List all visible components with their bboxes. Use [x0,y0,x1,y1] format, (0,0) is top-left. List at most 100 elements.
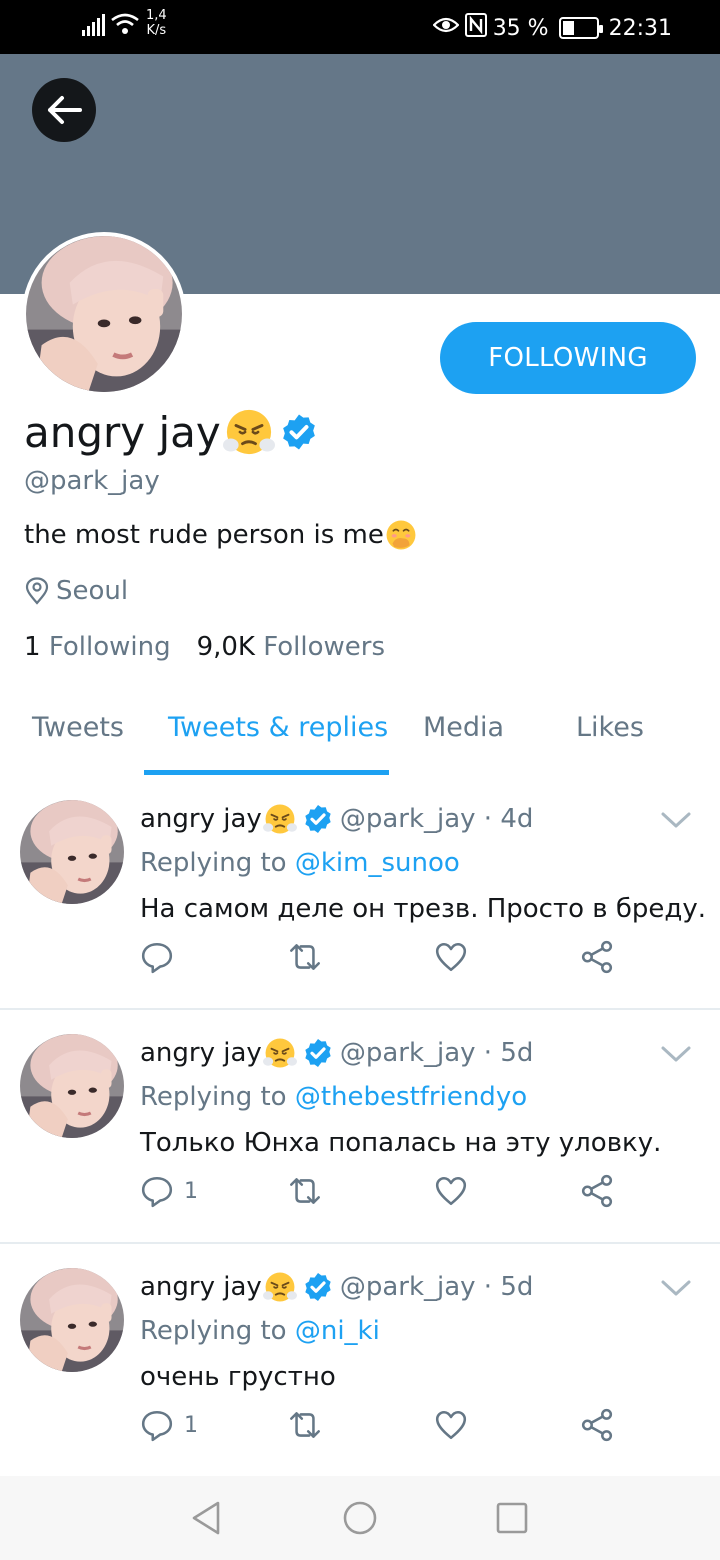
followers-count: 9,0K [196,632,255,662]
reply-count: 1 [184,1178,198,1204]
tweet-item[interactable]: angry jay @park_jay · 5d Replying to @th… [0,1014,720,1244]
location-text: Seoul [56,576,129,606]
verified-badge-icon [302,1037,334,1069]
tab-likes[interactable]: Likes [576,712,644,743]
tweet-handle-time: @park_jay · 5d [339,1038,534,1068]
system-nav-bar [0,1476,720,1560]
tweet-avatar[interactable] [20,800,124,904]
following-stat[interactable]: 1 Following [24,632,171,662]
heart-icon [434,1408,468,1442]
tweet-header: angry jay @park_jay · 5d [140,1036,533,1070]
chevron-down-icon[interactable] [660,1044,692,1064]
tweet-avatar[interactable] [20,1034,124,1138]
tweet-author-name: angry jay [140,1038,262,1068]
tweet-actions: 1 [140,1174,640,1214]
retweet-button[interactable] [286,1174,324,1208]
network-speed-unit: K/s [146,23,167,38]
mention-link[interactable]: @thebestfriendyo [295,1082,527,1112]
share-icon [580,1408,614,1442]
verified-badge-icon [302,803,334,835]
reply-button[interactable]: 1 [140,1174,198,1208]
heart-icon [434,1174,468,1208]
profile-stats: 1 Following 9,0K Followers [24,632,385,662]
tweet-handle-time: @park_jay · 5d [339,1272,534,1302]
battery-percent: 35 % [492,15,549,41]
profile-location: Seoul [24,576,128,606]
retweet-icon [286,1174,324,1208]
following-label: Following [48,632,171,662]
profile-display-name: angry jay [24,406,319,458]
tweet-avatar[interactable] [20,1268,124,1372]
like-button[interactable] [434,940,468,974]
tweet-header: angry jay @park_jay · 4d [140,802,533,836]
retweet-icon [286,1408,324,1442]
reply-icon [140,940,174,974]
nav-back-icon[interactable] [190,1500,222,1536]
following-count: 1 [24,632,41,662]
angry-face-emoji-icon [221,406,277,458]
tweet-actions: 1 [140,1408,640,1448]
nav-home-icon[interactable] [342,1500,378,1536]
verified-badge-icon [302,1271,334,1303]
battery-level [562,21,574,35]
chevron-down-icon[interactable] [660,810,692,830]
tweet-text: Только Юнха попалась на эту уловку. [140,1128,662,1158]
replying-prefix: Replying to [140,848,287,878]
back-button[interactable] [32,78,96,142]
tweet-text: На самом деле он трезв. Просто в бреду. [140,894,707,924]
replying-prefix: Replying to [140,1082,287,1112]
mention-link[interactable]: @ni_ki [295,1316,380,1346]
active-tab-indicator [144,770,389,775]
share-button[interactable] [580,1408,614,1442]
reply-button[interactable]: 1 [140,1408,198,1442]
like-button[interactable] [434,1408,468,1442]
tweet-item[interactable]: angry jay @park_jay · 5d Replying to @ni… [0,1248,720,1476]
share-icon [580,1174,614,1208]
like-button[interactable] [434,1174,468,1208]
display-name-text: angry jay [24,407,221,457]
retweet-icon [286,940,324,974]
eye-comfort-icon [432,15,460,41]
network-speed: 1,4 K/s [146,8,167,38]
network-speed-value: 1,4 [146,8,167,23]
retweet-button[interactable] [286,1408,324,1442]
wifi-icon [110,12,140,40]
verified-badge-icon [279,412,319,452]
share-button[interactable] [580,940,614,974]
battery-icon [558,17,603,39]
bio-text: the most rude person is me [24,520,384,550]
retweet-button[interactable] [286,940,324,974]
angry-face-emoji-icon [262,802,298,836]
signal-icon [82,14,106,36]
clock: 22:31 [608,15,672,41]
followers-label: Followers [263,632,386,662]
tweet-item[interactable]: angry jay @park_jay · 4d Replying to @ki… [0,780,720,1010]
nfc-icon [464,13,487,43]
reply-button[interactable] [140,940,184,974]
tweet-actions [140,940,640,980]
tweet-handle-time: @park_jay · 4d [339,804,534,834]
following-button[interactable]: FOLLOWING [440,322,696,394]
tweet-replying-to: Replying to @ni_ki [140,1316,380,1346]
tweet-author-name: angry jay [140,804,262,834]
share-icon [580,940,614,974]
tweet-text: очень грустно [140,1362,336,1392]
hand-over-mouth-emoji-icon [384,518,418,552]
angry-face-emoji-icon [262,1036,298,1070]
tab-media[interactable]: Media [423,712,504,743]
replying-prefix: Replying to [140,1316,287,1346]
status-bar: 1,4 K/s 35 % 22:31 [0,0,720,54]
profile-avatar[interactable] [22,232,186,396]
nav-recents-icon[interactable] [496,1502,528,1534]
reply-count: 1 [184,1412,198,1438]
tab-tweets[interactable]: Tweets [32,712,124,743]
mention-link[interactable]: @kim_sunoo [295,848,460,878]
tweet-author-name: angry jay [140,1272,262,1302]
profile-tabs: Tweets Tweets & replies Media Likes [0,696,720,780]
share-button[interactable] [580,1174,614,1208]
followers-stat[interactable]: 9,0K Followers [197,632,385,662]
angry-face-emoji-icon [262,1270,298,1304]
chevron-down-icon[interactable] [660,1278,692,1298]
reply-icon [140,1408,174,1442]
tab-tweets-and-replies[interactable]: Tweets & replies [168,712,388,743]
